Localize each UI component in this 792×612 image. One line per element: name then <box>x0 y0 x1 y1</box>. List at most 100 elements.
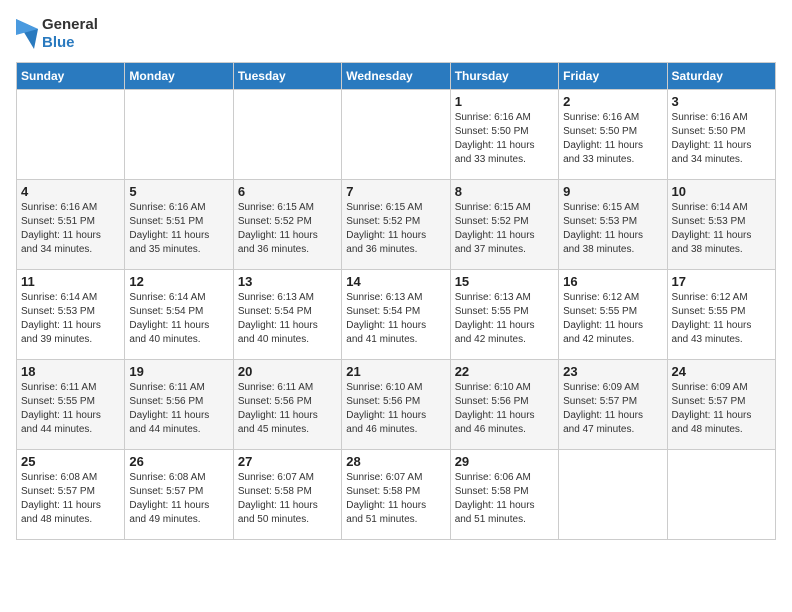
calendar-cell: 20 Sunrise: 6:11 AMSunset: 5:56 PMDayligh… <box>233 360 341 450</box>
calendar-cell: 19 Sunrise: 6:11 AMSunset: 5:56 PMDayligh… <box>125 360 233 450</box>
day-number: 5 <box>129 184 228 199</box>
calendar-cell: 7 Sunrise: 6:15 AMSunset: 5:52 PMDaylight… <box>342 180 450 270</box>
day-number: 9 <box>563 184 662 199</box>
calendar-week-row: 25 Sunrise: 6:08 AMSunset: 5:57 PMDayligh… <box>17 450 776 540</box>
calendar-cell: 1 Sunrise: 6:16 AMSunset: 5:50 PMDaylight… <box>450 90 558 180</box>
day-info: Sunrise: 6:12 AMSunset: 5:55 PMDaylight:… <box>672 291 771 347</box>
day-info: Sunrise: 6:16 AMSunset: 5:50 PMDaylight:… <box>672 111 771 167</box>
calendar-week-row: 11 Sunrise: 6:14 AMSunset: 5:53 PMDayligh… <box>17 270 776 360</box>
calendar-cell: 18Sunrise: 6:11 AMSunset: 5:55 PMDayligh… <box>17 360 125 450</box>
calendar-cell: 15Sunrise: 6:13 AMSunset: 5:55 PMDayligh… <box>450 270 558 360</box>
calendar-cell: 12 Sunrise: 6:14 AMSunset: 5:54 PMDayligh… <box>125 270 233 360</box>
day-info: Sunrise: 6:07 AMSunset: 5:58 PMDaylight:… <box>238 471 337 527</box>
logo-text-general: General <box>42 16 98 34</box>
calendar-cell: 10 Sunrise: 6:14 AMSunset: 5:53 PMDayligh… <box>667 180 775 270</box>
day-info: Sunrise: 6:13 AMSunset: 5:55 PMDaylight:… <box>455 291 554 347</box>
calendar-cell: 27Sunrise: 6:07 AMSunset: 5:58 PMDayligh… <box>233 450 341 540</box>
calendar-week-row: 18Sunrise: 6:11 AMSunset: 5:55 PMDayligh… <box>17 360 776 450</box>
header-saturday: Saturday <box>667 63 775 90</box>
day-number: 2 <box>563 94 662 109</box>
calendar-cell: 29Sunrise: 6:06 AMSunset: 5:58 PMDayligh… <box>450 450 558 540</box>
calendar-cell: 22 Sunrise: 6:10 AMSunset: 5:56 PMDayligh… <box>450 360 558 450</box>
day-number: 10 <box>672 184 771 199</box>
day-info: Sunrise: 6:09 AMSunset: 5:57 PMDaylight:… <box>672 381 771 437</box>
day-number: 22 <box>455 364 554 379</box>
calendar-week-row: 1 Sunrise: 6:16 AMSunset: 5:50 PMDaylight… <box>17 90 776 180</box>
day-info: Sunrise: 6:16 AMSunset: 5:50 PMDaylight:… <box>563 111 662 167</box>
day-number: 1 <box>455 94 554 109</box>
calendar-cell: 17 Sunrise: 6:12 AMSunset: 5:55 PMDayligh… <box>667 270 775 360</box>
day-info: Sunrise: 6:10 AMSunset: 5:56 PMDaylight:… <box>346 381 445 437</box>
header-thursday: Thursday <box>450 63 558 90</box>
day-info: Sunrise: 6:16 AMSunset: 5:51 PMDaylight:… <box>129 201 228 257</box>
day-number: 19 <box>129 364 228 379</box>
calendar-cell <box>342 90 450 180</box>
day-number: 3 <box>672 94 771 109</box>
calendar-cell: 26 Sunrise: 6:08 AMSunset: 5:57 PMDayligh… <box>125 450 233 540</box>
day-info: Sunrise: 6:15 AMSunset: 5:53 PMDaylight:… <box>563 201 662 257</box>
header-wednesday: Wednesday <box>342 63 450 90</box>
day-info: Sunrise: 6:08 AMSunset: 5:57 PMDaylight:… <box>129 471 228 527</box>
day-info: Sunrise: 6:09 AMSunset: 5:57 PMDaylight:… <box>563 381 662 437</box>
day-number: 13 <box>238 274 337 289</box>
calendar-cell <box>559 450 667 540</box>
day-info: Sunrise: 6:11 AMSunset: 5:56 PMDaylight:… <box>238 381 337 437</box>
calendar-cell: 28 Sunrise: 6:07 AMSunset: 5:58 PMDayligh… <box>342 450 450 540</box>
day-number: 17 <box>672 274 771 289</box>
calendar-table: SundayMondayTuesdayWednesdayThursdayFrid… <box>16 62 776 540</box>
day-info: Sunrise: 6:06 AMSunset: 5:58 PMDaylight:… <box>455 471 554 527</box>
day-info: Sunrise: 6:16 AMSunset: 5:50 PMDaylight:… <box>455 111 554 167</box>
day-info: Sunrise: 6:12 AMSunset: 5:55 PMDaylight:… <box>563 291 662 347</box>
day-number: 12 <box>129 274 228 289</box>
page-header: General Blue <box>16 16 776 52</box>
header-tuesday: Tuesday <box>233 63 341 90</box>
header-friday: Friday <box>559 63 667 90</box>
calendar-cell: 13 Sunrise: 6:13 AMSunset: 5:54 PMDayligh… <box>233 270 341 360</box>
day-info: Sunrise: 6:10 AMSunset: 5:56 PMDaylight:… <box>455 381 554 437</box>
day-number: 26 <box>129 454 228 469</box>
calendar-cell: 21 Sunrise: 6:10 AMSunset: 5:56 PMDayligh… <box>342 360 450 450</box>
logo: General Blue <box>16 16 98 52</box>
calendar-cell: 8 Sunrise: 6:15 AMSunset: 5:52 PMDaylight… <box>450 180 558 270</box>
calendar-cell: 23 Sunrise: 6:09 AMSunset: 5:57 PMDayligh… <box>559 360 667 450</box>
logo-triangle-icon <box>16 19 38 49</box>
calendar-cell: 25 Sunrise: 6:08 AMSunset: 5:57 PMDayligh… <box>17 450 125 540</box>
calendar-cell: 2 Sunrise: 6:16 AMSunset: 5:50 PMDaylight… <box>559 90 667 180</box>
day-info: Sunrise: 6:14 AMSunset: 5:53 PMDaylight:… <box>672 201 771 257</box>
day-number: 6 <box>238 184 337 199</box>
day-number: 16 <box>563 274 662 289</box>
day-number: 23 <box>563 364 662 379</box>
calendar-cell: 3 Sunrise: 6:16 AMSunset: 5:50 PMDaylight… <box>667 90 775 180</box>
day-info: Sunrise: 6:11 AMSunset: 5:55 PMDaylight:… <box>21 381 120 437</box>
day-number: 28 <box>346 454 445 469</box>
calendar-cell <box>233 90 341 180</box>
calendar-cell <box>125 90 233 180</box>
day-number: 4 <box>21 184 120 199</box>
day-number: 11 <box>21 274 120 289</box>
calendar-cell: 9 Sunrise: 6:15 AMSunset: 5:53 PMDaylight… <box>559 180 667 270</box>
day-info: Sunrise: 6:13 AMSunset: 5:54 PMDaylight:… <box>346 291 445 347</box>
day-number: 8 <box>455 184 554 199</box>
logo-text-blue: Blue <box>42 34 98 52</box>
day-info: Sunrise: 6:07 AMSunset: 5:58 PMDaylight:… <box>346 471 445 527</box>
calendar-cell <box>17 90 125 180</box>
calendar-cell: 5 Sunrise: 6:16 AMSunset: 5:51 PMDaylight… <box>125 180 233 270</box>
day-info: Sunrise: 6:13 AMSunset: 5:54 PMDaylight:… <box>238 291 337 347</box>
header-sunday: Sunday <box>17 63 125 90</box>
day-number: 20 <box>238 364 337 379</box>
calendar-week-row: 4 Sunrise: 6:16 AMSunset: 5:51 PMDaylight… <box>17 180 776 270</box>
day-number: 21 <box>346 364 445 379</box>
day-info: Sunrise: 6:14 AMSunset: 5:54 PMDaylight:… <box>129 291 228 347</box>
calendar-cell: 4Sunrise: 6:16 AMSunset: 5:51 PMDaylight… <box>17 180 125 270</box>
day-number: 25 <box>21 454 120 469</box>
day-info: Sunrise: 6:15 AMSunset: 5:52 PMDaylight:… <box>346 201 445 257</box>
day-number: 7 <box>346 184 445 199</box>
day-info: Sunrise: 6:14 AMSunset: 5:53 PMDaylight:… <box>21 291 120 347</box>
calendar-cell: 24Sunrise: 6:09 AMSunset: 5:57 PMDayligh… <box>667 360 775 450</box>
calendar-cell: 11 Sunrise: 6:14 AMSunset: 5:53 PMDayligh… <box>17 270 125 360</box>
day-info: Sunrise: 6:08 AMSunset: 5:57 PMDaylight:… <box>21 471 120 527</box>
day-info: Sunrise: 6:15 AMSunset: 5:52 PMDaylight:… <box>455 201 554 257</box>
day-info: Sunrise: 6:11 AMSunset: 5:56 PMDaylight:… <box>129 381 228 437</box>
calendar-cell: 6Sunrise: 6:15 AMSunset: 5:52 PMDaylight… <box>233 180 341 270</box>
day-number: 14 <box>346 274 445 289</box>
